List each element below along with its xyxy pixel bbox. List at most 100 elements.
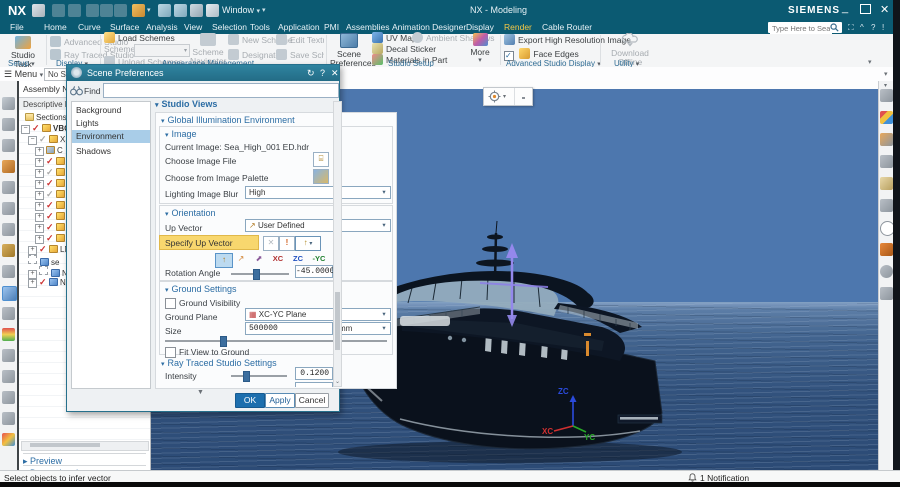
section-gie[interactable]: ▾Global Illumination Environment (161, 115, 295, 125)
tab-tools[interactable]: Tools (246, 22, 274, 34)
tree-row[interactable]: +✓ (35, 233, 67, 244)
tab-cable-router[interactable]: Cable Router (538, 22, 596, 34)
section-ray-traced[interactable]: ▾Ray Traced Studio Settings (161, 358, 277, 368)
dialog-vscrollbar[interactable]: ⌄ (333, 101, 342, 387)
toolbar-options-caret[interactable]: ▾ (884, 70, 888, 78)
decal-sticker-button[interactable]: Decal Sticker (372, 43, 436, 54)
two-point-vector-option[interactable]: ↗ (233, 253, 249, 266)
load-schemes-button[interactable]: Load Schemes (104, 32, 175, 43)
copy-display-icon[interactable] (190, 4, 203, 17)
tree-row[interactable]: −✓XS (28, 134, 71, 145)
cut-icon[interactable] (86, 4, 99, 17)
box-icon[interactable] (2, 223, 15, 236)
dialog-collapse-caret[interactable]: ▼ (197, 389, 204, 396)
hide-eye-icon[interactable] (880, 199, 893, 212)
fullscreen-icon[interactable]: ⛶ (848, 23, 854, 33)
tree-row[interactable]: +✓ (35, 211, 67, 222)
point-dialog-icon[interactable] (488, 90, 501, 103)
tree-row[interactable]: +✓ (35, 178, 67, 189)
ground-visibility-checkbox[interactable] (165, 298, 176, 309)
category-background[interactable]: Background (76, 105, 121, 115)
render-balls-icon[interactable] (880, 111, 893, 124)
notification-bell-icon[interactable] (688, 473, 697, 482)
ok-button[interactable]: OK (235, 393, 265, 408)
size-value[interactable]: 500000 (245, 322, 333, 335)
category-lights[interactable]: Lights (76, 118, 99, 128)
part-navigator-icon[interactable] (2, 139, 15, 152)
scene-preferences-button[interactable]: Scene Preferences (330, 33, 368, 68)
open-folder-icon[interactable] (880, 177, 893, 190)
hd3d-icon[interactable] (2, 265, 15, 278)
reuse-library-icon[interactable] (2, 244, 15, 257)
ground-plane-combo[interactable]: ▦ XC-YC Plane▾ (245, 308, 391, 321)
restore-button[interactable] (860, 4, 871, 14)
edit-texture-space-button[interactable]: Edit Texture Space (276, 34, 324, 45)
tree-row[interactable]: +✓LM (28, 244, 71, 255)
face-normal-option[interactable]: ⬈ (251, 253, 267, 266)
undo-icon[interactable] (52, 4, 65, 17)
command-finder-icon[interactable]: ! (882, 23, 884, 32)
show-hide-icon[interactable] (174, 4, 187, 17)
up-vector-combo[interactable]: ↗ User Defined▾ (245, 219, 391, 232)
minimize-button[interactable]: _ (842, 2, 848, 14)
section-orientation[interactable]: ▾Orientation (165, 208, 216, 218)
minimize-ribbon-icon[interactable]: ^ (860, 23, 864, 32)
rotation-slider[interactable] (231, 273, 289, 275)
tree-row[interactable]: +C (35, 145, 63, 156)
close-button[interactable]: ✕ (880, 3, 889, 16)
tab-application[interactable]: Application (274, 22, 324, 34)
dialog-title-bar[interactable]: Scene Preferences ↻ ? ✕ (67, 65, 339, 81)
section-ground-settings[interactable]: ▾Ground Settings (165, 284, 237, 294)
blur-combo[interactable]: High▾ (245, 186, 391, 199)
playback-options-icon[interactable] (880, 265, 893, 278)
menu-button[interactable]: ☰ Menu ▾ (4, 69, 43, 80)
image-capture-icon[interactable] (2, 370, 15, 383)
tree-row[interactable]: se (28, 255, 59, 266)
fit-view-checkbox[interactable] (165, 347, 176, 358)
history-icon[interactable] (2, 307, 15, 320)
print-icon[interactable] (880, 287, 893, 300)
point-constructor-button[interactable]: ! (279, 236, 295, 251)
search-input[interactable] (770, 22, 832, 34)
window-menu[interactable]: Window ▾ (222, 5, 260, 15)
specify-up-vector-field[interactable]: Specify Up Vector (159, 235, 259, 250)
tab-curve[interactable]: Curve (74, 22, 105, 34)
size-unit-combo[interactable]: mm▾ (335, 322, 391, 335)
copy-icon[interactable] (100, 4, 113, 17)
size-slider[interactable] (165, 340, 387, 342)
pointer-icon[interactable] (2, 349, 15, 362)
view-toolbar-caret[interactable]: ▾ (884, 82, 887, 89)
material-gear-icon[interactable] (880, 133, 893, 146)
dialog-help-icon[interactable]: ? (320, 65, 325, 81)
touch-mode-caret[interactable]: ▾ (147, 6, 151, 14)
tree-row[interactable]: Sections (25, 112, 67, 123)
tree-row[interactable]: +✓N3 (28, 277, 70, 288)
find-input[interactable] (103, 83, 339, 98)
point-dialog-caret[interactable]: ▾ (503, 93, 506, 100)
qat-customize-caret[interactable]: ▾ (262, 6, 266, 14)
gear-icon[interactable] (2, 97, 15, 110)
vector-dialog-button[interactable]: ↑ ▾ (295, 236, 321, 251)
microphone-icon[interactable] (158, 4, 171, 17)
window-layout-icon[interactable] (2, 391, 15, 404)
uv-map-button[interactable]: UV Map (372, 32, 417, 43)
help-icon[interactable]: ? (871, 23, 875, 32)
tree-row[interactable]: +✓ (35, 156, 67, 167)
tab-file[interactable]: File (6, 22, 28, 34)
scroll-down-arrow[interactable]: ⌄ (335, 378, 340, 385)
choose-image-file-button[interactable]: ⌸ (313, 152, 329, 167)
tree-row[interactable]: +✓ (35, 167, 67, 178)
inferred-vector-option[interactable]: ↑ (215, 253, 233, 268)
mini-toolbar-more[interactable] (522, 97, 525, 99)
more-button[interactable]: More ▾ (466, 33, 494, 64)
tree-row[interactable]: +✓ (35, 200, 67, 211)
clear-vector-button[interactable]: ✕ (263, 236, 279, 251)
parts-colors-icon[interactable] (2, 433, 15, 446)
choose-palette-button[interactable] (313, 169, 329, 184)
tree-row[interactable]: +✓ (35, 222, 67, 233)
bell-icon[interactable] (2, 202, 15, 215)
assembly-constraints-icon[interactable] (2, 160, 15, 173)
tab-home[interactable]: Home (40, 22, 71, 34)
redo-icon[interactable] (68, 4, 81, 17)
web-browser-icon[interactable] (2, 286, 17, 301)
